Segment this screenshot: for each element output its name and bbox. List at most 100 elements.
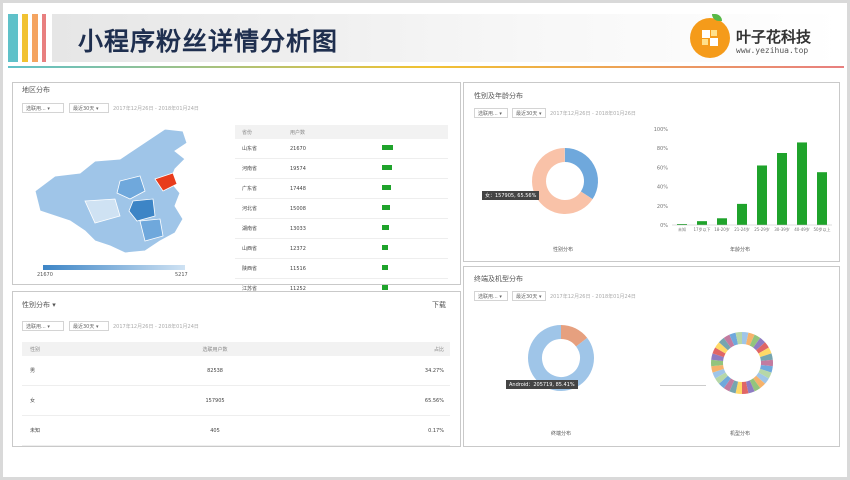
map-legend-bar [43,265,185,270]
user-filter-select[interactable]: 选联用... ▾ [22,321,64,331]
donut-slice[interactable] [749,378,761,392]
date-range-select[interactable]: 最近30天 ▾ [512,291,546,301]
brand-name: 叶子花科技 [736,28,812,46]
user-filter-select[interactable]: 选联用... ▾ [474,108,508,118]
date-range-select[interactable]: 最近30天 ▾ [69,103,109,113]
age-bar[interactable] [737,203,747,225]
donut-slice[interactable] [564,148,598,200]
y-tick-label: 60% [657,165,668,171]
donut-slice[interactable] [718,337,731,351]
gender-count: 157905 [134,385,296,416]
y-tick-label: 0% [660,223,668,229]
donut-slice[interactable] [729,332,739,346]
range-label: 最近30天 [516,294,538,300]
count-bar-cell [381,238,448,259]
donut-slice[interactable] [712,347,726,358]
donut-slice[interactable] [735,381,743,394]
table-row[interactable]: 广东省 17448 [235,178,448,199]
x-tick-label: 21-24岁 [734,226,750,232]
column-header: 占比 [295,342,450,356]
date-range-text: 2017年12月26日 - 2018年01月24日 [550,294,636,300]
donut-slice[interactable] [723,334,735,348]
donut-slice[interactable] [749,334,761,348]
table-row[interactable]: 山东省 21670 [235,139,448,159]
donut-slice[interactable] [756,372,769,384]
legend-max: 21670 [37,272,53,278]
accent-bar [22,14,28,62]
table-row[interactable]: 男 82538 34.27% [22,356,450,386]
count-bar-cell [381,139,448,159]
donut-slice[interactable] [741,332,749,345]
count-bar [382,185,391,190]
donut-slice[interactable] [711,353,724,362]
range-label: 最近30天 [73,324,95,330]
x-tick-label: 40-49岁 [794,226,810,232]
table-row[interactable]: 未知 405 0.17% [22,415,450,446]
date-range-select[interactable]: 最近30天 ▾ [69,321,109,331]
user-filter-select[interactable]: 选联用... ▾ [474,291,508,301]
bar-caption: 年龄分布 [730,247,751,253]
province-name: 陕西省 [235,258,289,279]
gender-label: 女 [22,385,135,416]
date-range-select[interactable]: 最近30天 ▾ [512,108,546,118]
table-row[interactable]: 河南省 19574 [235,158,448,179]
age-bar[interactable] [797,142,807,225]
gender-title[interactable]: 性别分布 ▾ [22,300,56,310]
count-bar [382,225,389,230]
age-bar-chart: 0% 20% 40% 60% 80% 100% 未知 17岁以下 18-20岁 21-24岁 25-… [654,127,832,232]
donut-slice[interactable] [715,372,728,384]
donut-slice[interactable] [712,368,726,379]
donut-slice[interactable] [745,380,755,394]
donut-slice[interactable] [723,378,735,392]
brand-url: www.yezihua.top [736,46,809,55]
donut-slice[interactable] [735,332,743,345]
age-bar[interactable] [817,172,827,225]
user-count: 11516 [289,258,382,279]
region-title: 地区分布 [22,86,50,94]
range-label: 最近30天 [73,106,95,112]
user-count: 15008 [289,198,382,219]
donut-slice[interactable] [741,381,749,394]
filter-label: 选联用... [478,111,498,117]
page-title: 小程序粉丝详情分析图 [78,27,339,56]
gender-percent: 65.56% [295,385,450,416]
date-range-text: 2017年12月26日 - 2018年01月24日 [113,106,199,112]
y-tick-label: 40% [657,185,668,191]
filter-label: 选联用... [26,106,46,112]
age-bar[interactable] [697,221,707,225]
count-bar [382,145,394,150]
donut-slice[interactable] [711,364,724,373]
table-row[interactable]: 女 157905 65.56% [22,385,450,416]
donut-slice[interactable] [753,337,766,351]
donut-slice[interactable] [760,353,773,362]
user-count: 19574 [289,158,382,179]
donut-slice[interactable] [715,342,728,354]
age-bar[interactable] [757,165,767,225]
donut-slice[interactable] [729,380,739,394]
province-name: 河南省 [235,158,289,179]
age-bar[interactable] [777,153,787,225]
table-row[interactable]: 陕西省 11516 [235,258,448,279]
device-panel: 终端及机型分布 选联用... ▾ 最近30天 ▾ 2017年12月26日 - 2… [463,266,840,447]
user-count: 21670 [289,139,382,159]
table-row[interactable]: 湖南省 13033 [235,218,448,239]
donut-slice[interactable] [560,325,588,347]
download-link[interactable]: 下载 [432,300,446,310]
donut-slice[interactable] [756,342,769,354]
donut-slice[interactable] [758,347,772,358]
donut-caption: 机型分布 [730,431,751,437]
gender-label: 男 [22,356,135,386]
accent-bar [8,14,18,62]
count-bar-cell [381,158,448,179]
age-bar[interactable] [717,218,727,225]
donut-slice[interactable] [758,368,772,379]
table-row[interactable]: 河北省 15008 [235,198,448,219]
column-header: 性别 [22,342,135,356]
table-row[interactable]: 山西省 12372 [235,238,448,259]
donut-slice[interactable] [745,332,755,346]
y-tick-label: 80% [657,146,668,152]
donut-slice[interactable] [760,364,773,373]
user-filter-select[interactable]: 选联用... ▾ [22,103,64,113]
donut-slice[interactable] [718,375,731,389]
donut-slice[interactable] [753,375,766,389]
